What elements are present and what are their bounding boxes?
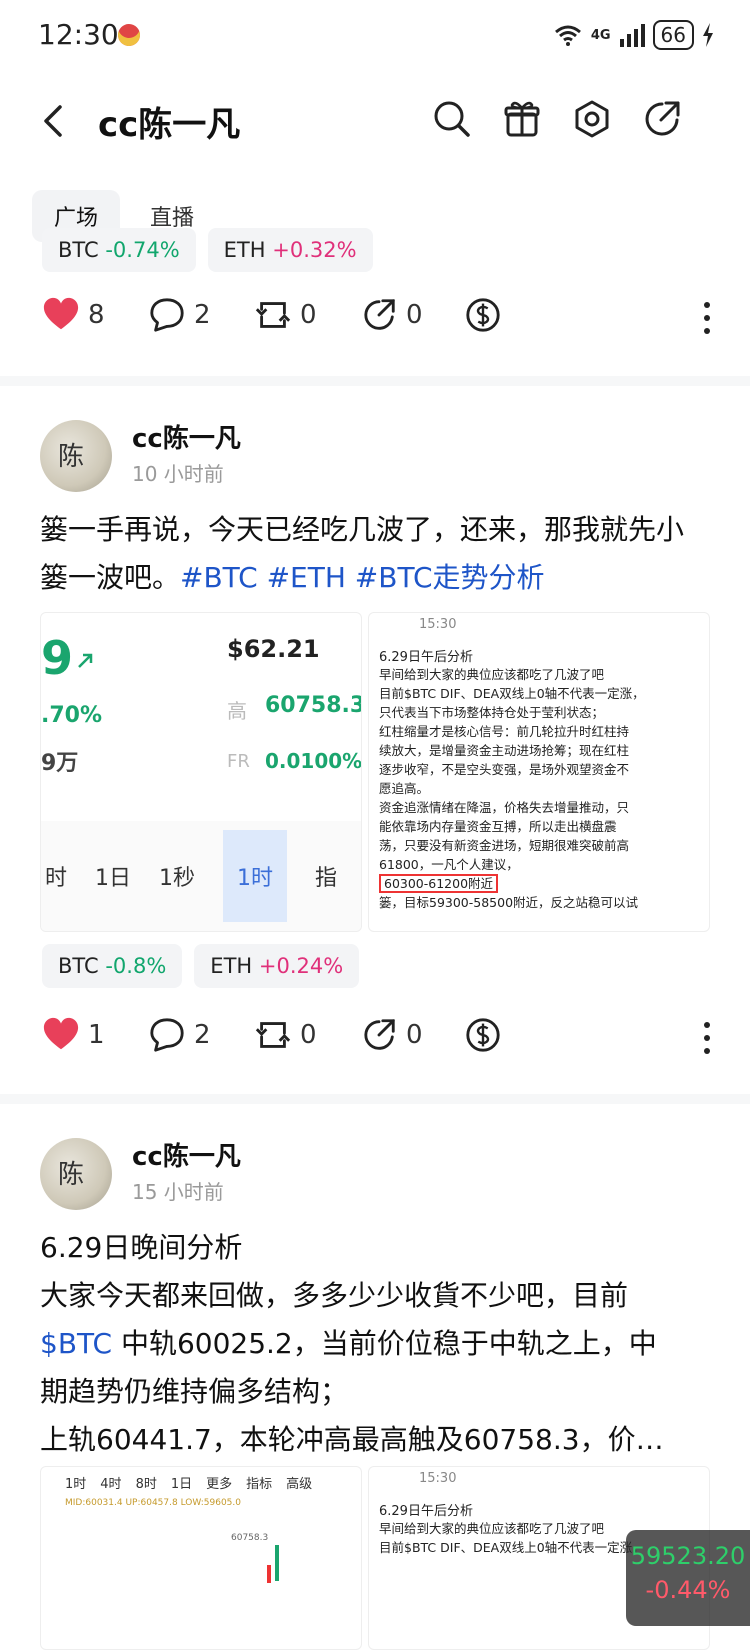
analysis-line: 续放大，是增量资金主动进场抢筹；现在红柱 [379,743,630,758]
post-image-analysis[interactable]: 15:30 6.29日午后分析 早间给到大家的典位应该都吃了几波了吧 目前$BTC… [368,612,710,932]
comment-icon [150,298,184,332]
battery-level: 66 [652,20,694,50]
repost-icon [255,1022,291,1048]
post-image-chart[interactable]: 1时 4时 8时 1日 更多 指标 高级 MID:60031.4 UP:6045… [40,1466,362,1650]
tip-button[interactable] [464,296,502,334]
floating-price-widget[interactable]: 59523.20 -0.44% [626,1530,750,1626]
up-arrow-icon [78,653,93,668]
float-change: -0.44% [645,1576,731,1604]
author-name[interactable]: cc陈一凡 [132,1136,241,1173]
float-price: 59523.20 [630,1542,746,1570]
post-image-ticker[interactable]: 9 .70% 9万 $62.21 高 60758.3 FR 0.0100% 时 … [40,612,362,932]
repost-icon [255,302,291,328]
author-avatar[interactable]: 陈 [40,1138,112,1210]
heart-icon [43,1017,79,1050]
post1-actions: 1 2 0 0 [42,1016,712,1066]
comment-icon [150,1018,184,1052]
post1-coin-chips: BTC -0.8% ETH +0.24% [42,944,360,988]
charging-icon [703,23,713,47]
post2-images: 1时 4时 8时 1日 更多 指标 高级 MID:60031.4 UP:6045… [40,1466,710,1650]
share-icon[interactable] [642,99,682,139]
tip-button[interactable] [464,1016,502,1054]
like-count: 1 [88,1020,105,1050]
post1-images: 9 .70% 9万 $62.21 高 60758.3 FR 0.0100% 时 … [40,612,710,932]
status-indicators: 4G 66 [553,20,714,50]
cashtag-btc[interactable]: $BTC [40,1327,112,1360]
more-icon[interactable] [702,300,712,336]
share-icon [364,1019,395,1050]
analysis-line: 早间给到大家的典位应该都吃了几波了吧 [379,667,605,682]
status-bar: 12:30 4G 66 [0,0,750,75]
coin-chip-btc[interactable]: BTC -0.74% [42,228,196,272]
post0-actions: 8 2 0 0 [42,296,712,346]
post-divider [0,376,750,386]
profile-header: cc陈一凡 [0,75,750,165]
analysis-line: 目前$BTC DIF、DEA双线上0轴不代表一定涨， [379,686,645,701]
comment-count: 2 [194,1020,211,1050]
coin-chip-eth[interactable]: ETH +0.32% [207,228,373,272]
post-time: 15 小时前 [132,1180,224,1204]
dollar-coin-icon [466,1018,500,1052]
post0-coin-chips: BTC -0.74% ETH +0.32% [42,228,373,272]
analysis-line: 红柱缩量才是核心信号：前几轮拉升时红柱持 [379,724,630,739]
analysis-line: 资金追涨情绪在降温，价格失去增量推动，只 [379,800,630,815]
post-text[interactable]: 篓一手再说，今天已经吃几波了，还来，那我就先小篓一波吧。#BTC #ETH #B… [40,506,710,602]
post-text[interactable]: 6.29日晚间分析 大家今天都来回做，多多少少收貨不少吧，目前 $BTC 中轨6… [40,1224,710,1464]
repost-button[interactable]: 0 [254,296,317,334]
comment-button[interactable]: 2 [148,1016,211,1054]
comment-count: 2 [194,300,211,330]
heart-icon [43,297,79,330]
status-time: 12:30 [38,18,119,51]
post-time: 10 小时前 [132,462,224,486]
analysis-line: 荡，只要没有新资金进场，短期很难突破前高 [379,838,630,853]
share-button[interactable]: 0 [360,296,423,334]
repost-count: 0 [300,300,317,330]
app-notification-icon [118,24,140,46]
author-avatar[interactable]: 陈 [40,420,112,492]
author-name[interactable]: cc陈一凡 [132,418,241,455]
comment-button[interactable]: 2 [148,296,211,334]
repost-count: 0 [300,1020,317,1050]
more-icon[interactable] [702,1020,712,1056]
repost-button[interactable]: 0 [254,1016,317,1054]
post-divider [0,1094,750,1104]
network-type: 4G [590,27,611,43]
hashtags[interactable]: #BTC #ETH #BTC走势分析 [180,561,544,594]
like-count: 8 [88,300,105,330]
analysis-line: 61800，一凡个人建议， [379,857,519,872]
share-count: 0 [406,300,423,330]
analysis-line: 逐步收窄，不是空头变强，是场外观望资金不 [379,762,630,777]
wifi-icon [554,25,581,46]
dollar-coin-icon [466,298,500,332]
coin-chip-btc[interactable]: BTC -0.8% [42,944,183,988]
coin-chip-eth[interactable]: ETH +0.24% [194,944,360,988]
share-button[interactable]: 0 [360,1016,423,1054]
settings-icon[interactable] [572,99,612,139]
analysis-line: 只代表当下市场整体持仓处于莹利状态； [379,705,605,720]
gift-icon[interactable] [502,99,542,139]
share-count: 0 [406,1020,423,1050]
search-icon[interactable] [432,99,472,139]
page-title: cc陈一凡 [98,105,241,145]
share-icon [364,299,395,330]
like-button[interactable]: 1 [42,1016,105,1054]
back-icon[interactable] [36,101,72,141]
signal-icon [619,24,645,47]
like-button[interactable]: 8 [42,296,105,334]
analysis-line: 愿追高。 [379,781,430,796]
analysis-line: 能依靠场内存量资金互搏，所以走出横盘震 [379,819,617,834]
